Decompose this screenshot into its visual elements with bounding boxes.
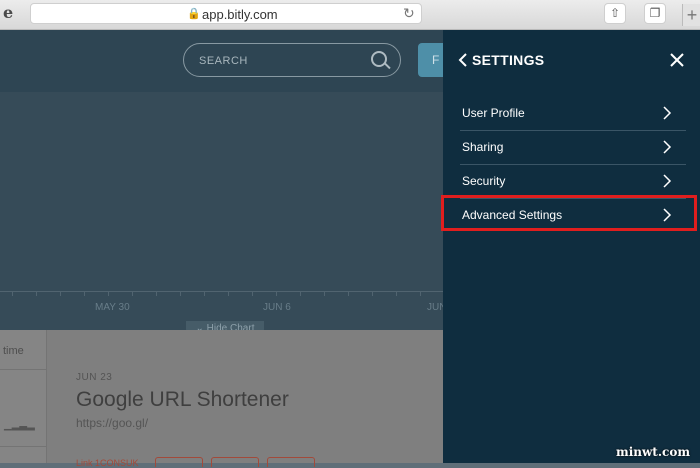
- bar-chart-icon: ▁▂▃▂: [4, 420, 35, 431]
- settings-item-sharing[interactable]: Sharing: [450, 130, 686, 164]
- watermark-logo: minwt.com: [616, 445, 691, 459]
- create-button[interactable]: F: [418, 43, 443, 77]
- share-icon[interactable]: ⇧: [604, 3, 626, 24]
- axis-tick: [348, 292, 349, 296]
- axis-tick: [396, 292, 397, 296]
- close-icon[interactable]: [669, 52, 685, 68]
- reload-icon[interactable]: ↻: [403, 5, 415, 22]
- link-date: JUN 23: [76, 372, 113, 383]
- chevron-right-icon: [663, 106, 672, 120]
- settings-item-user-profile[interactable]: User Profile: [450, 96, 686, 130]
- axis-tick: [132, 292, 133, 296]
- chart-axis: [0, 291, 443, 292]
- highlight-box: [441, 195, 697, 231]
- settings-item-security[interactable]: Security: [450, 164, 686, 198]
- axis-tick: [36, 292, 37, 296]
- link-url[interactable]: https://goo.gl/: [76, 416, 148, 430]
- sort-label[interactable]: time: [3, 345, 24, 357]
- x-tick-label: JUN 6: [263, 302, 291, 313]
- axis-tick: [372, 292, 373, 296]
- action-button[interactable]: [211, 457, 259, 467]
- search-input[interactable]: SEARCH: [183, 43, 401, 77]
- link-tag: Link 1CONSUK: [76, 458, 139, 468]
- settings-item-label: User Profile: [462, 106, 525, 120]
- tabs-icon[interactable]: ❐: [644, 3, 666, 24]
- divider: [0, 369, 46, 370]
- axis-tick: [252, 292, 253, 296]
- axis-tick: [180, 292, 181, 296]
- axis-tick: [108, 292, 109, 296]
- chevron-right-icon: [663, 174, 672, 188]
- axis-tick: [60, 292, 61, 296]
- lock-icon: 🔒: [187, 8, 201, 20]
- action-button[interactable]: [267, 457, 315, 467]
- search-icon[interactable]: [371, 51, 387, 67]
- address-text: app.bitly.com: [202, 7, 278, 22]
- settings-item-label: Security: [462, 174, 506, 188]
- axis-tick: [228, 292, 229, 296]
- search-placeholder: SEARCH: [199, 55, 248, 67]
- chart-area: [0, 92, 443, 330]
- settings-panel: [443, 30, 700, 463]
- ie-icon[interactable]: e: [3, 3, 23, 23]
- settings-item-label: Sharing: [462, 140, 504, 154]
- browser-toolbar: e 🔒 app.bitly.com ↻ ⇧ ❐ +: [0, 0, 700, 30]
- back-chevron-icon[interactable]: [455, 52, 471, 68]
- new-tab-button[interactable]: +: [682, 4, 700, 26]
- address-bar[interactable]: 🔒 app.bitly.com ↻: [30, 3, 422, 24]
- action-button[interactable]: [155, 457, 203, 467]
- axis-tick: [324, 292, 325, 296]
- divider: [0, 446, 46, 447]
- axis-tick: [12, 292, 13, 296]
- settings-title: SETTINGS: [472, 52, 545, 68]
- axis-tick: [300, 292, 301, 296]
- axis-tick: [204, 292, 205, 296]
- x-tick-label: MAY 30: [95, 302, 130, 313]
- chevron-right-icon: [663, 140, 672, 154]
- axis-tick: [420, 292, 421, 296]
- axis-tick: [84, 292, 85, 296]
- link-title[interactable]: Google URL Shortener: [76, 388, 289, 412]
- axis-tick: [156, 292, 157, 296]
- axis-tick: [276, 292, 277, 296]
